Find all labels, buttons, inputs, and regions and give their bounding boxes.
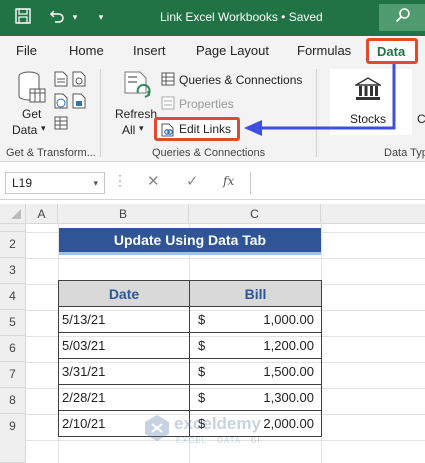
date-cell[interactable]: 5/13/21 xyxy=(58,306,190,333)
enter-icon[interactable]: ✓ xyxy=(186,172,199,190)
cancel-icon[interactable]: ✕ xyxy=(147,172,160,190)
tab-home[interactable]: Home xyxy=(69,43,104,58)
database-icon xyxy=(16,71,46,108)
name-box-value: L19 xyxy=(12,176,33,190)
search-icon xyxy=(395,7,411,27)
select-all-corner[interactable] xyxy=(0,204,26,224)
customize-toolbar-icon[interactable]: ▾ xyxy=(92,8,110,26)
stocks-label: Stocks xyxy=(350,112,387,126)
bill-cell[interactable]: $1,000.00 xyxy=(189,306,322,333)
row-header-3[interactable]: 3 xyxy=(0,258,26,284)
row-header-9[interactable]: 9 xyxy=(0,414,26,463)
edit-links-label: Edit Links xyxy=(179,122,232,136)
document-title: Link Excel Workbooks • Saved xyxy=(160,10,323,24)
undo-icon[interactable] xyxy=(48,8,66,26)
tab-data[interactable]: Data xyxy=(366,38,418,64)
banner-underline xyxy=(59,252,321,255)
ribbon-separator xyxy=(100,69,101,157)
row-header-1[interactable]: 1 xyxy=(0,224,26,232)
autosave-icon[interactable] xyxy=(14,8,32,26)
insert-function-icon[interactable]: fx xyxy=(223,174,234,188)
undo-dropdown-icon[interactable]: ▾ xyxy=(66,8,84,26)
tab-formulas[interactable]: Formulas xyxy=(297,43,351,58)
ribbon: Get Data ▾ Get & Transform... Refresh Al… xyxy=(0,65,425,162)
refresh-all-label-2[interactable]: All xyxy=(122,123,135,137)
date-cell[interactable]: 3/31/21 xyxy=(58,358,190,385)
date-cell[interactable]: 2/28/21 xyxy=(58,384,190,411)
date-cell[interactable]: 5/03/21 xyxy=(58,332,190,359)
formula-bar: L19 ▾ ⋮ ✕ ✓ fx xyxy=(0,166,425,200)
from-text-csv-icon[interactable] xyxy=(54,71,68,90)
row-header-6[interactable]: 6 xyxy=(0,336,26,362)
get-data-dropdown-icon[interactable]: ▾ xyxy=(41,123,46,134)
existing-connections-icon[interactable] xyxy=(72,93,86,112)
edit-links-button[interactable]: Edit Links xyxy=(154,117,240,141)
group-label-data-types: Data Typ xyxy=(384,147,425,159)
bill-cell[interactable]: $1,300.00 xyxy=(189,384,322,411)
watermark-name: exceldemy xyxy=(174,414,261,433)
group-label-get-transform: Get & Transform... xyxy=(6,147,96,159)
table-row: 2/28/21 $1,300.00 xyxy=(58,384,322,411)
currency-symbol: $ xyxy=(198,390,206,405)
name-box-dropdown-icon[interactable]: ▾ xyxy=(93,178,98,189)
refresh-all-icon[interactable] xyxy=(124,71,152,104)
bill-amount: 1,300.00 xyxy=(263,390,314,405)
column-header-b[interactable]: B xyxy=(58,204,189,224)
sheet-title-banner: Update Using Data Tab xyxy=(59,228,321,252)
edit-links-icon xyxy=(161,123,175,140)
row-header-4[interactable]: 4 xyxy=(0,284,26,310)
gridline xyxy=(26,258,425,259)
group-label-queries: Queries & Connections xyxy=(152,147,266,159)
options-dots-icon: ⋮ xyxy=(113,172,127,188)
refresh-dropdown-icon[interactable]: ▾ xyxy=(139,123,144,134)
bill-amount: 2,000.00 xyxy=(263,416,314,431)
tab-insert[interactable]: Insert xyxy=(133,43,166,58)
get-data-label-2[interactable]: Data xyxy=(12,123,37,137)
currencies-button-partial[interactable]: C xyxy=(417,112,425,126)
ribbon-separator xyxy=(316,69,317,157)
tab-data-label: Data xyxy=(377,44,406,59)
ribbon-tabs: File Home Insert Page Layout Formulas xyxy=(0,36,425,65)
header-date[interactable]: Date xyxy=(58,280,190,307)
recent-sources-icon[interactable] xyxy=(72,71,86,90)
tab-file[interactable]: File xyxy=(16,43,37,58)
properties-icon xyxy=(161,96,175,113)
stocks-button[interactable]: Stocks xyxy=(330,69,412,135)
queries-connections-button[interactable]: Queries & Connections xyxy=(179,73,302,87)
row-header-8[interactable]: 8 xyxy=(0,388,26,414)
column-header-a[interactable]: A xyxy=(26,204,58,224)
currency-symbol: $ xyxy=(198,364,206,379)
column-header-d[interactable] xyxy=(321,204,425,224)
bill-amount: 1,200.00 xyxy=(263,338,314,353)
bill-amount: 1,500.00 xyxy=(263,364,314,379)
row-header-7[interactable]: 7 xyxy=(0,362,26,388)
table-row: 3/31/21 $1,500.00 xyxy=(58,358,322,385)
watermark-tagline: EXCEL · DATA · BI xyxy=(176,436,261,445)
from-web-icon[interactable] xyxy=(54,93,68,112)
table-row: 5/13/21 $1,000.00 xyxy=(58,306,322,333)
row-header-2[interactable]: 2 xyxy=(0,232,26,258)
currency-symbol: $ xyxy=(198,312,206,327)
column-header-c[interactable]: C xyxy=(189,204,321,224)
header-bill[interactable]: Bill xyxy=(189,280,322,307)
name-box[interactable]: L19 ▾ xyxy=(5,172,105,194)
search-button[interactable] xyxy=(379,4,425,31)
from-table-range-icon[interactable] xyxy=(54,115,68,134)
properties-button: Properties xyxy=(179,97,234,111)
table-header-row: Date Bill xyxy=(58,280,322,307)
refresh-all-label-1[interactable]: Refresh xyxy=(115,107,157,121)
get-data-label-1[interactable]: Get xyxy=(22,107,41,121)
bill-cell[interactable]: $1,200.00 xyxy=(189,332,322,359)
tab-page-layout[interactable]: Page Layout xyxy=(196,43,269,58)
bill-cell[interactable]: $1,500.00 xyxy=(189,358,322,385)
bank-icon xyxy=(353,77,383,104)
bill-amount: 1,000.00 xyxy=(263,312,314,327)
queries-connections-icon[interactable] xyxy=(161,72,175,89)
formula-input[interactable] xyxy=(250,172,425,194)
row-header-5[interactable]: 5 xyxy=(0,310,26,336)
table-row: 5/03/21 $1,200.00 xyxy=(58,332,322,359)
exceldemy-logo-icon xyxy=(144,414,170,445)
currency-symbol: $ xyxy=(198,338,206,353)
title-bar: ▾ ▾ Link Excel Workbooks • Saved xyxy=(0,0,425,36)
